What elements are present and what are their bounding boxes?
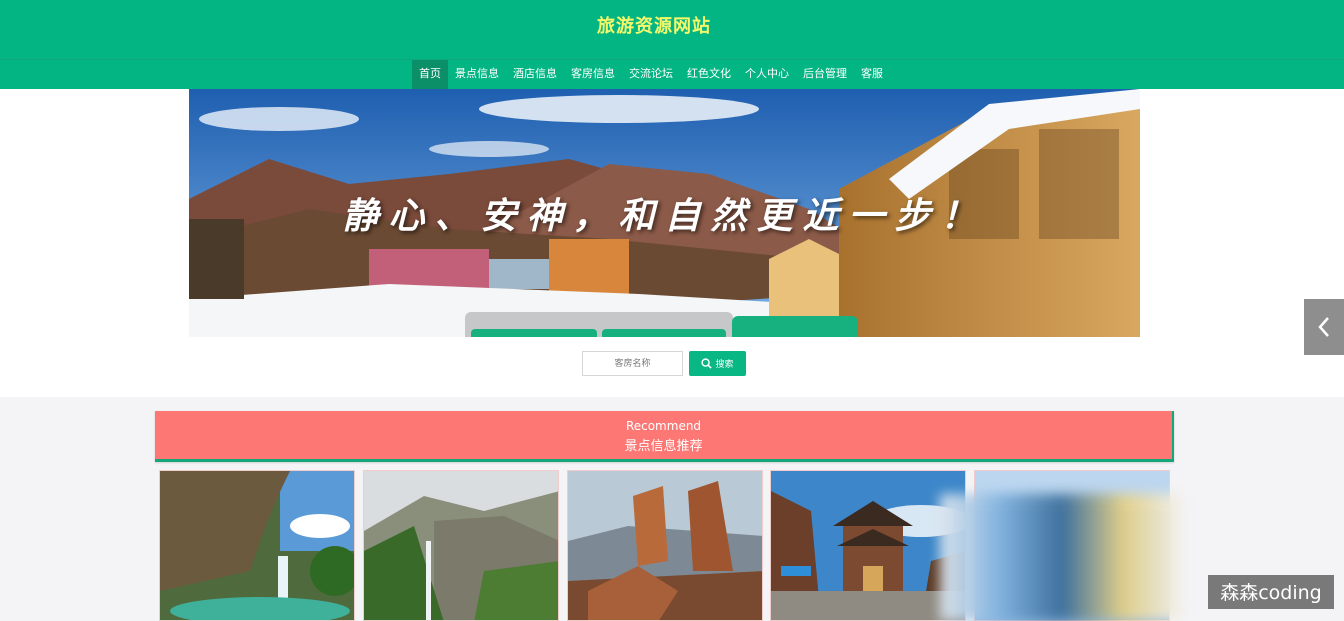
recommend-title-en: Recommend — [625, 419, 702, 433]
nav-item-home[interactable]: 首页 — [412, 60, 448, 89]
attraction-image — [568, 471, 762, 620]
nav-item-red-culture[interactable]: 红色文化 — [680, 60, 738, 89]
nav-item-hotels[interactable]: 酒店信息 — [506, 60, 564, 89]
banner-carousel[interactable]: 静心、安神，和自然更近一步！ — [189, 89, 1140, 337]
attraction-image — [771, 471, 965, 620]
search-button[interactable]: 搜索 — [689, 351, 746, 376]
search-button-label: 搜索 — [715, 360, 734, 370]
nav-item-admin[interactable]: 后台管理 — [796, 60, 854, 89]
side-collapse-button[interactable] — [1304, 299, 1344, 355]
site-title: 旅游资源网站 — [597, 16, 711, 37]
nav-items: 首页 景点信息 酒店信息 客房信息 交流论坛 红色文化 个人中心 后台管理 客服 — [412, 60, 890, 89]
nav-item-forum[interactable]: 交流论坛 — [622, 60, 680, 89]
site-header: 旅游资源网站 — [0, 0, 1344, 59]
attraction-card[interactable] — [567, 470, 763, 621]
banner-slogan: 静心、安神，和自然更近一步！ — [342, 195, 987, 237]
carousel-indicator-active[interactable] — [732, 316, 858, 337]
search-icon — [701, 358, 713, 369]
attraction-card[interactable] — [363, 470, 559, 621]
carousel-indicator[interactable] — [602, 329, 726, 337]
nav-item-profile[interactable]: 个人中心 — [738, 60, 796, 89]
nav-item-attractions[interactable]: 景点信息 — [448, 60, 506, 89]
recommend-title-cn: 景点信息推荐 — [624, 439, 703, 454]
attraction-card[interactable] — [159, 470, 355, 621]
recommend-header: Recommend 景点信息推荐 — [155, 411, 1174, 462]
chevron-left-icon — [1318, 317, 1329, 337]
attraction-image — [364, 471, 558, 620]
room-search-input[interactable] — [582, 351, 683, 376]
blurred-overlay — [940, 494, 1184, 621]
attraction-image — [160, 471, 354, 620]
nav-item-customer-service[interactable]: 客服 — [854, 60, 890, 89]
main-nav: 首页 景点信息 酒店信息 客房信息 交流论坛 红色文化 个人中心 后台管理 客服 — [0, 59, 1344, 89]
watermark: 森森coding — [1208, 575, 1334, 609]
nav-item-rooms[interactable]: 客房信息 — [564, 60, 622, 89]
carousel-indicator[interactable] — [471, 329, 597, 337]
attraction-card[interactable] — [770, 470, 966, 621]
